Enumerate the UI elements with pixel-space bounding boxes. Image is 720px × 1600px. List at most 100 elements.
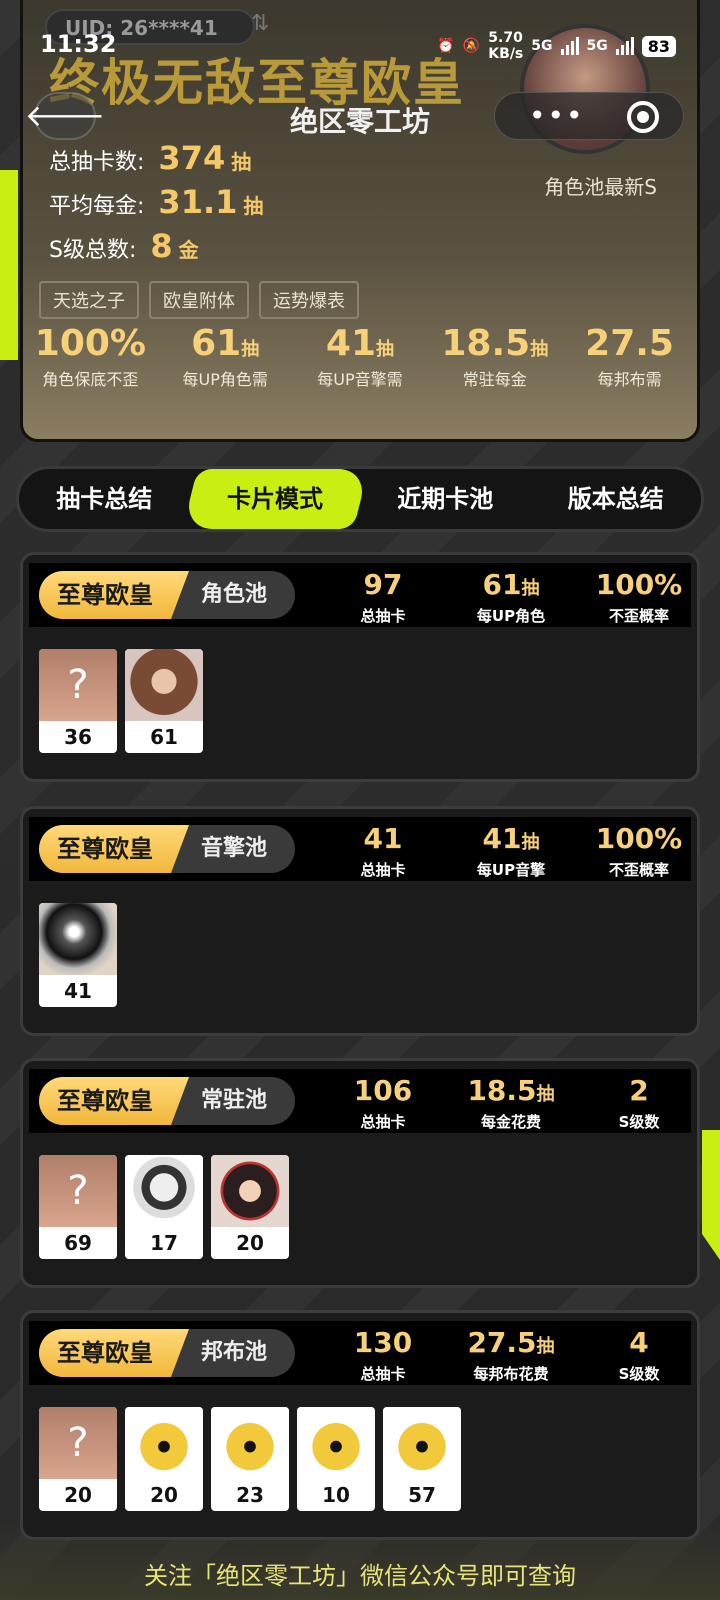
- stat-label: 每UP角色需: [182, 370, 268, 389]
- net-speed: 5.70 KB/s: [488, 30, 524, 62]
- rank-badge: 至尊欧皇: [39, 571, 189, 619]
- pool-stat: 41抽 每UP音擎: [476, 822, 546, 880]
- stat-unit: 抽: [241, 339, 260, 360]
- pull-card[interactable]: ? 36: [39, 649, 117, 753]
- pool-rank-pill: 至尊欧皇 角色池: [39, 571, 295, 619]
- unknown-icon: ?: [39, 649, 117, 721]
- pull-cards: ? 69 17 20: [39, 1155, 289, 1259]
- pool-stat: 130 总抽卡: [353, 1326, 413, 1384]
- pool-stat: 2 S级数: [618, 1074, 660, 1132]
- stat-item: 61抽 每UP角色需: [160, 323, 290, 390]
- stat-item: 41抽 每UP音擎需: [295, 323, 425, 390]
- unknown-icon: ?: [39, 1155, 117, 1227]
- character-portrait: [125, 1155, 203, 1227]
- pool-stat: 100% 不歪概率: [595, 568, 683, 626]
- pool-name: 常驻池: [201, 1088, 268, 1113]
- stat-item: 18.5抽 常驻每金: [430, 323, 560, 390]
- pool-stat: 4 S级数: [618, 1326, 660, 1384]
- pull-cards: ? 20 20 23 10 57: [39, 1407, 461, 1511]
- stat-value: 100%: [34, 323, 146, 364]
- pull-card[interactable]: 20: [211, 1155, 289, 1259]
- pool-rank-pill: 至尊欧皇 常驻池: [39, 1077, 295, 1125]
- tab-card-mode[interactable]: 卡片模式: [182, 469, 368, 529]
- tab-recent-pools[interactable]: 近期卡池: [360, 469, 531, 529]
- pull-cards: ? 36 61: [39, 649, 203, 753]
- s-rank-total-line: S级总数: 8 金: [49, 227, 199, 265]
- tag-chosen-one: 天选之子: [39, 281, 139, 319]
- more-icon[interactable]: •••: [529, 99, 585, 132]
- pull-card[interactable]: 57: [383, 1407, 461, 1511]
- avg-per-gold-line: 平均每金: 31.1 抽: [49, 183, 263, 221]
- mode-tabs: 抽卡总结 卡片模式 近期卡池 版本总结: [16, 466, 704, 532]
- stat-value: 41: [325, 323, 377, 364]
- pull-card[interactable]: ? 69: [39, 1155, 117, 1259]
- close-target-icon[interactable]: [627, 101, 659, 133]
- pool-rank-pill: 至尊欧皇 音擎池: [39, 825, 295, 873]
- pull-card[interactable]: 61: [125, 649, 203, 753]
- pool-stat: 100% 不歪概率: [595, 822, 683, 880]
- clock: 11:32: [40, 30, 117, 58]
- stat-item: 27.5 每邦布需: [565, 323, 695, 390]
- rank-badge: 至尊欧皇: [39, 825, 189, 873]
- tag-fortune: 运势爆表: [259, 281, 359, 319]
- pool-latest-s-label: 角色池最新S: [544, 175, 657, 199]
- pool-stat: 61抽 每UP角色: [476, 568, 546, 626]
- character-portrait: [211, 1155, 289, 1227]
- s-rank-total-value: 8: [150, 227, 173, 265]
- pool-name: 邦布池: [201, 1340, 268, 1365]
- pull-card[interactable]: 20: [125, 1407, 203, 1511]
- stat-value: 18.5: [441, 323, 531, 364]
- pull-card[interactable]: 17: [125, 1155, 203, 1259]
- battery-icon: 83: [641, 35, 676, 57]
- bangboo-portrait: [211, 1407, 289, 1479]
- mute-icon: 🔕: [462, 38, 481, 54]
- avg-per-gold-value: 31.1: [158, 183, 238, 221]
- stat-label: 角色保底不歪: [42, 370, 139, 389]
- pool-header: 至尊欧皇 角色池 97 总抽卡 61抽 每UP角色 100% 不歪概率: [29, 563, 691, 627]
- s-rank-total-label: S级总数:: [49, 238, 137, 263]
- stat-unit: 抽: [376, 339, 395, 360]
- pool-stat: 27.5抽 每邦布花费: [467, 1326, 555, 1384]
- bangboo-portrait: [297, 1407, 375, 1479]
- pull-card[interactable]: 41: [39, 903, 117, 1007]
- pool-stat: 18.5抽 每金花费: [467, 1074, 555, 1132]
- bangboo-portrait: [383, 1407, 461, 1479]
- signal-icon-2: [615, 37, 634, 55]
- stat-item: 100% 角色保底不歪: [25, 323, 155, 390]
- pool-header: 至尊欧皇 音擎池 41 总抽卡 41抽 每UP音擎 100% 不歪概率: [29, 817, 691, 881]
- pull-cards: 41: [39, 903, 117, 1007]
- pool-stat: 41 总抽卡: [360, 822, 406, 880]
- accent-stripe-left: [0, 170, 18, 360]
- pull-card[interactable]: 23: [211, 1407, 289, 1511]
- tab-version-summary[interactable]: 版本总结: [531, 469, 702, 529]
- stat-value: 27.5: [585, 323, 674, 364]
- status-icons: ⏰ 🔕 5.70 KB/s 5G 5G 83: [437, 30, 676, 62]
- pool-card-standard: 至尊欧皇 常驻池 106 总抽卡 18.5抽 每金花费 2 S级数 ? 69 17 20: [20, 1058, 700, 1288]
- pool-header: 至尊欧皇 邦布池 130 总抽卡 27.5抽 每邦布花费 4 S级数: [29, 1321, 691, 1385]
- pool-stat: 97 总抽卡: [360, 568, 406, 626]
- pull-card[interactable]: ? 20: [39, 1407, 117, 1511]
- pool-header: 至尊欧皇 常驻池 106 总抽卡 18.5抽 每金花费 2 S级数: [29, 1069, 691, 1133]
- tag-lucky: 欧皇附体: [149, 281, 249, 319]
- pool-stat: 106 总抽卡: [353, 1074, 413, 1132]
- stat-label: 每UP音擎需: [317, 370, 403, 389]
- summary-stats: 100% 角色保底不歪 61抽 每UP角色需 41抽 每UP音擎需 18.5抽 …: [23, 323, 697, 390]
- status-bar: 11:32 ⏰ 🔕 5.70 KB/s 5G 5G 83: [0, 0, 720, 62]
- signal-icon: [560, 37, 579, 55]
- bangboo-portrait: [125, 1407, 203, 1479]
- stat-unit: 抽: [530, 339, 549, 360]
- pool-name: 音擎池: [201, 836, 268, 861]
- pull-card[interactable]: 10: [297, 1407, 375, 1511]
- unknown-icon: ?: [39, 1407, 117, 1479]
- pool-card-weapon: 至尊欧皇 音擎池 41 总抽卡 41抽 每UP音擎 100% 不歪概率 41: [20, 806, 700, 1036]
- tab-summary[interactable]: 抽卡总结: [19, 469, 190, 529]
- pool-card-character: 至尊欧皇 角色池 97 总抽卡 61抽 每UP角色 100% 不歪概率 ? 36 61: [20, 552, 700, 782]
- achievement-tags: 天选之子 欧皇附体 运势爆表: [39, 281, 359, 319]
- pool-name: 角色池: [201, 582, 268, 607]
- footer-notice: 关注「绝区零工坊」微信公众号即可查询: [144, 1562, 576, 1590]
- stat-label: 每邦布需: [597, 370, 662, 389]
- pool-rank-pill: 至尊欧皇 邦布池: [39, 1329, 295, 1377]
- character-portrait: [125, 649, 203, 721]
- miniprogram-capsule[interactable]: •••: [494, 92, 684, 140]
- signal-5g-label: 5G: [531, 38, 553, 54]
